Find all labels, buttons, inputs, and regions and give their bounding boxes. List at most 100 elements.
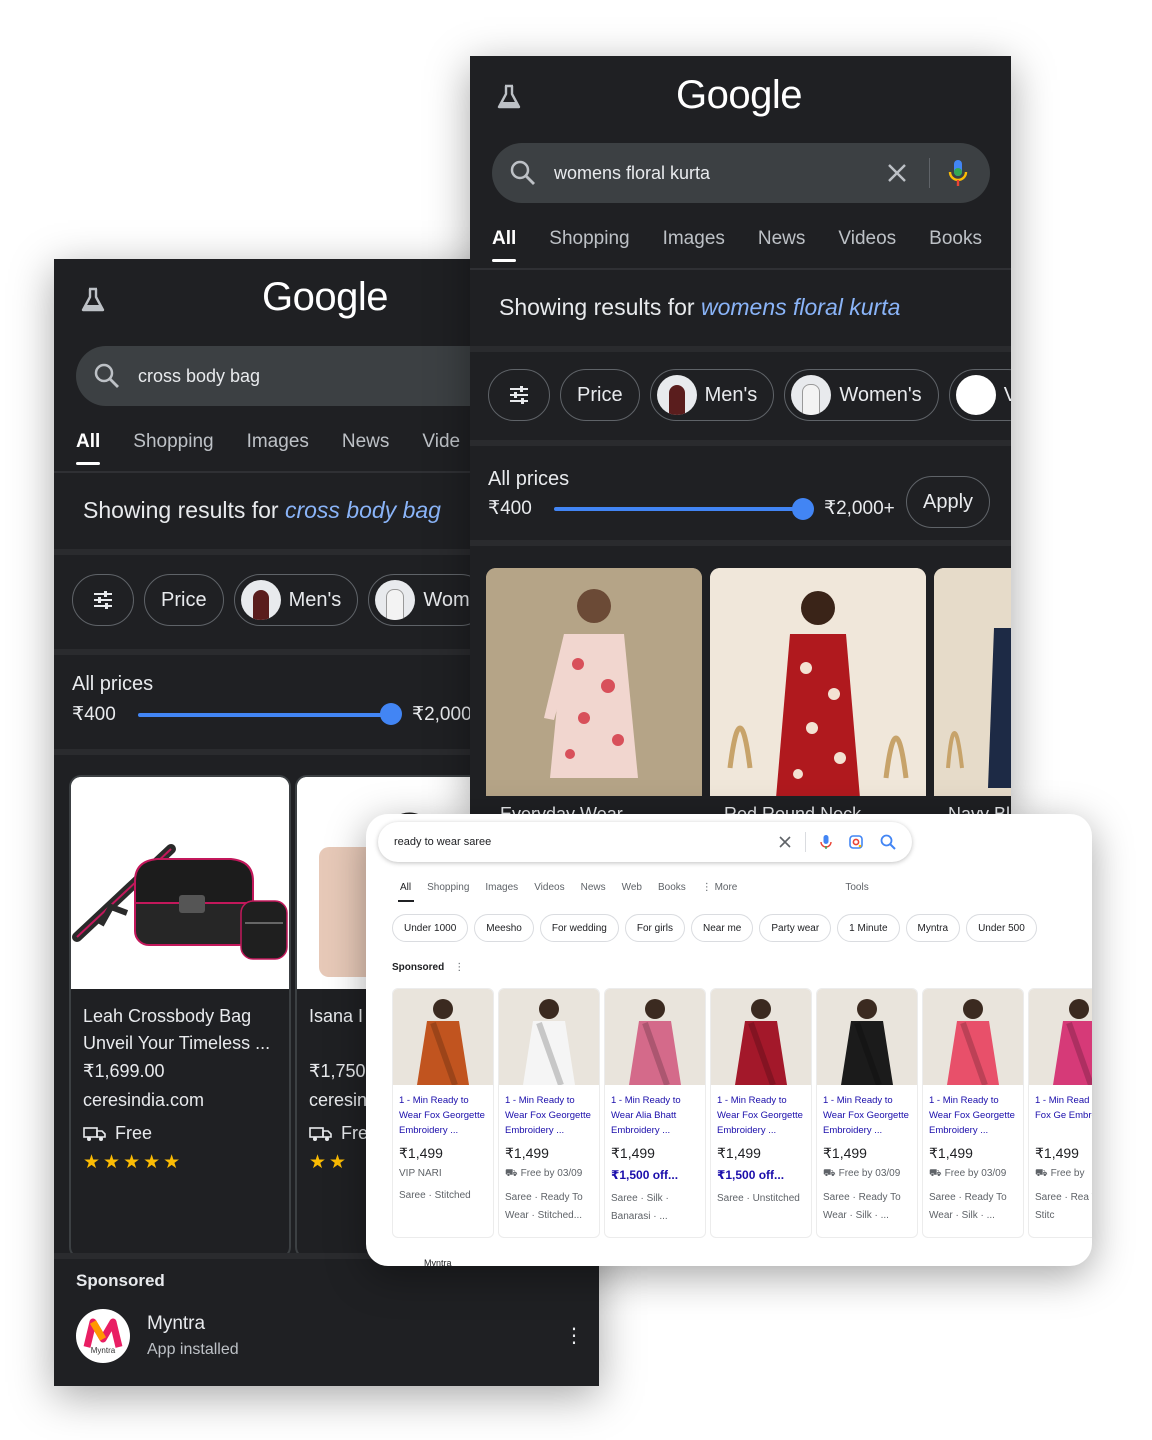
labs-flask-icon[interactable] [494,82,524,112]
product-title[interactable]: 1 - Min Ready to Wear Fox Georgette Embr… [923,1085,1023,1139]
chip-for-girls[interactable]: For girls [624,914,685,942]
product-price: ₹1,699.00 [83,1061,165,1081]
price-chip[interactable]: Price [144,574,224,626]
tab-books[interactable]: Books [929,228,982,262]
tab-web[interactable]: Web [622,882,642,893]
product-card[interactable]: Navy Bl [934,568,1011,816]
mens-chip[interactable]: Men's [649,369,775,421]
womens-chip[interactable]: Women's [784,369,939,421]
product-title: Everyday Wear [486,796,702,816]
tab-shopping[interactable]: Shopping [133,431,213,465]
price-slider-handle[interactable] [792,498,814,520]
chip-meesho[interactable]: Meesho [474,914,534,942]
clear-icon[interactable] [887,163,907,183]
myntra-app-row[interactable]: Myntra Myntra App installed ⋮ [76,1309,586,1369]
product-attributes: Saree · Ready To Wear · Silk · ... [929,1192,1007,1221]
lens-camera-icon[interactable] [848,834,864,850]
tab-more[interactable]: ⋮ More [702,882,738,893]
kurta-photo-3 [934,568,1011,816]
clear-icon[interactable] [779,836,791,848]
saree-photo [393,989,493,1085]
product-card[interactable]: Leah Crossbody Bag Unveil Your Timeless … [69,775,291,1259]
saree-photo [711,989,811,1085]
labs-flask-icon[interactable] [78,285,108,315]
product-merchant: ceresin [309,1090,368,1110]
corrected-query-link[interactable]: cross body bag [285,497,441,523]
product-sub-label: VIP NARI [399,1168,442,1179]
product-title[interactable]: 1 - Min Read Wear Fox Ge Embroidery [1029,1085,1092,1139]
mens-chip[interactable]: Men's [233,574,359,626]
product-title[interactable]: 1 - Min Ready to Wear Alia Bhatt Embroid… [605,1085,705,1139]
product-price: ₹1,499 [823,1145,867,1161]
tab-books[interactable]: Books [658,882,686,893]
tab-shopping[interactable]: Shopping [549,228,629,262]
chip-near-me[interactable]: Near me [691,914,754,942]
tab-images[interactable]: Images [663,228,725,262]
price-chip[interactable]: Price [560,369,640,421]
product-title[interactable]: 1 - Min Ready to Wear Fox Georgette Embr… [711,1085,811,1139]
search-box[interactable]: ready to wear saree [378,822,912,862]
app-name: Myntra [147,1313,206,1334]
sponsored-product-card[interactable]: 1 - Min Ready to Wear Fox Georgette Embr… [498,988,600,1238]
tab-news[interactable]: News [758,228,806,262]
product-price: ₹1,499 [929,1145,973,1161]
sponsored-product-card[interactable]: 1 - Min Ready to Wear Fox Georgette Embr… [816,988,918,1238]
womens-avatar [791,375,832,415]
search-icon[interactable] [880,834,896,850]
tab-videos[interactable]: Videos [838,228,896,262]
search-panel-kurta: Google womens floral kurta All Shopping … [470,56,1011,816]
product-title[interactable]: 1 - Min Ready to Wear Fox Georgette Embr… [393,1085,493,1139]
tab-videos[interactable]: Videos [534,882,564,893]
tab-all[interactable]: All [492,228,517,262]
filter-settings-chip[interactable] [72,574,134,626]
sponsored-product-card[interactable]: 1 - Min Ready to Wear Fox Georgette Embr… [922,988,1024,1238]
search-query: cross body bag [138,365,261,386]
chip-under-1000[interactable]: Under 1000 [392,914,469,942]
sponsored-product-card[interactable]: 1 - Min Ready to Wear Fox Georgette Embr… [710,988,812,1238]
sponsored-product-card[interactable]: 1 - Min Ready to Wear Fox Georgette Embr… [392,988,494,1238]
mens-chip-label: Men's [288,588,342,611]
product-card[interactable]: Everyday Wear [486,568,702,816]
showing-results-text: Showing results for cross body bag [83,497,441,524]
tools-button[interactable]: Tools [845,882,868,893]
price-slider-track[interactable] [554,507,804,511]
sponsored-product-card[interactable]: 1 - Min Ready to Wear Alia Bhatt Embroid… [604,988,706,1238]
tab-images[interactable]: Images [485,882,518,893]
chip-for-wedding[interactable]: For wedding [539,914,619,942]
tab-videos[interactable]: Vide [422,431,460,465]
chip-myntra[interactable]: Myntra [905,914,961,942]
sponsored-product-card[interactable]: 1 - Min Read Wear Fox Ge Embroidery ₹1,49… [1028,988,1092,1238]
price-slider-track[interactable] [138,713,388,717]
tab-news[interactable]: News [342,431,390,465]
color-chip[interactable]: V [948,369,1011,421]
corrected-query-link[interactable]: womens floral kurta [701,294,900,320]
search-divider [805,832,806,852]
microphone-icon[interactable] [820,834,832,850]
product-sub-label: Free by 03/09 [838,1168,901,1179]
product-card[interactable]: Red Round Neck ... [710,568,926,816]
price-slider-handle[interactable] [380,703,402,725]
shipping-info: ⛟ Free by 03/09 [499,1162,599,1181]
filter-settings-chip[interactable] [488,369,550,421]
tab-all[interactable]: All [400,882,411,893]
product-title[interactable]: 1 - Min Ready to Wear Fox Georgette Embr… [499,1085,599,1139]
tab-shopping[interactable]: Shopping [427,882,469,893]
chip-party-wear[interactable]: Party wear [759,914,832,942]
section-divider [470,440,1011,446]
tab-all[interactable]: All [76,431,101,465]
tab-news[interactable]: News [581,882,606,893]
myntra-logo-text: Myntra [90,1346,116,1355]
chip-1-minute[interactable]: 1 Minute [837,914,900,942]
product-title[interactable]: 1 - Min Ready to Wear Fox Georgette Embr… [817,1085,917,1139]
product-attributes: Saree · Stitched [399,1190,471,1201]
rating-stars: ★★★★★ [83,1152,184,1173]
search-box[interactable]: womens floral kurta [492,143,990,203]
tab-images[interactable]: Images [247,431,309,465]
more-options-icon[interactable]: ⋮ [564,1323,584,1348]
apply-button[interactable]: Apply [906,476,990,528]
saree-photo [605,989,705,1085]
womens-chip[interactable]: Wom [368,574,487,626]
microphone-icon[interactable] [948,158,968,188]
chip-under-500[interactable]: Under 500 [966,914,1037,942]
sponsored-info-icon[interactable]: ⋮ [454,962,464,973]
